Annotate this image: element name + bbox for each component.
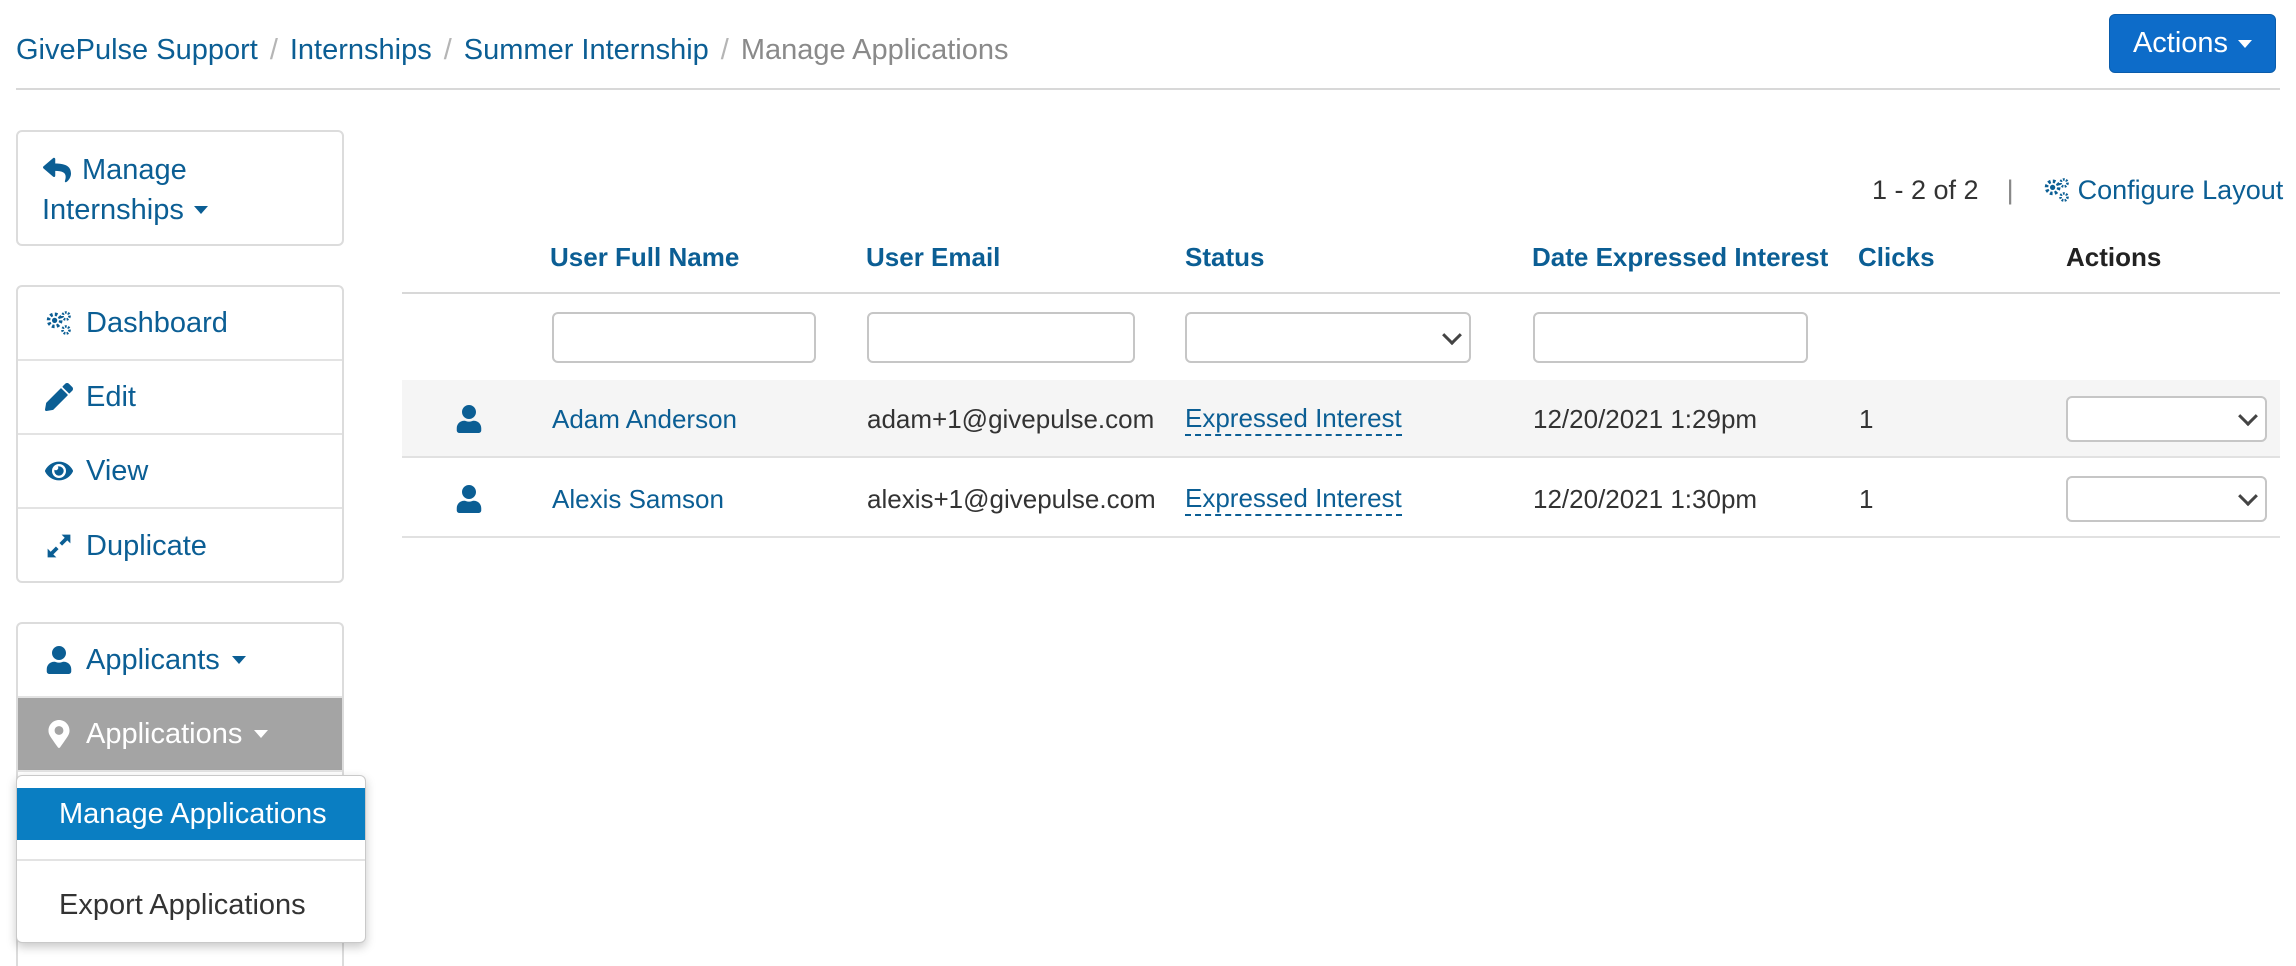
clicks-count: 1 — [1859, 483, 1874, 514]
caret-down-icon — [193, 206, 208, 214]
manage-label: Manage — [82, 154, 187, 186]
breadcrumb: GivePulse Support / Internships / Summer Int… — [16, 30, 1009, 70]
internships-label: Internships — [42, 194, 184, 226]
row-actions-select[interactable] — [2066, 396, 2267, 442]
filter-date-input[interactable] — [1533, 312, 1808, 363]
column-header-actions: Actions — [2066, 242, 2162, 272]
status-link[interactable]: Expressed Interest — [1185, 482, 1402, 516]
column-header-user-email[interactable]: User Email — [866, 242, 1000, 273]
sidebar-item-label: Applicants — [86, 643, 220, 676]
sidebar-item-view[interactable]: View — [18, 435, 342, 509]
actions-button-label: Actions — [2132, 27, 2229, 59]
column-header-clicks[interactable]: Clicks — [1858, 242, 1935, 273]
menu-item-export-applications[interactable]: Export Applications — [17, 879, 365, 931]
date-expressed-interest: 12/20/2021 1:30pm — [1533, 483, 1758, 514]
table-row: Alexis Samson alexis+1@givepulse.com Exp… — [402, 460, 2280, 538]
user-email: alexis+1@givepulse.com — [867, 483, 1156, 514]
sidebar-item-applications[interactable]: Applications — [18, 698, 342, 772]
chevron-down-icon — [2238, 406, 2258, 427]
filter-status-select[interactable] — [1185, 312, 1471, 363]
page-header: GivePulse Support / Internships / Summer Int… — [16, 0, 2280, 90]
breadcrumb-link-givepulse-support[interactable]: GivePulse Support — [16, 34, 258, 66]
breadcrumb-link-internships[interactable]: Internships — [290, 34, 432, 66]
sidebar-item-edit[interactable]: Edit — [18, 361, 342, 435]
sidebar-item-label: View — [86, 454, 149, 487]
sidebar-item-label: Duplicate — [86, 529, 207, 562]
clicks-count: 1 — [1859, 403, 1874, 434]
status-link[interactable]: Expressed Interest — [1185, 402, 1402, 436]
gears-icon — [2042, 175, 2072, 205]
header-divider — [402, 292, 2280, 294]
status-cell: Expressed Interest — [1185, 380, 1402, 458]
table-row: Adam Anderson adam+1@givepulse.com Expre… — [402, 380, 2280, 458]
expand-arrows-icon — [44, 531, 74, 561]
breadcrumb-separator: / — [443, 34, 452, 66]
column-header-date-expressed-interest[interactable]: Date Expressed Interest — [1532, 242, 1828, 273]
row-actions-select[interactable] — [2066, 476, 2267, 522]
configure-layout-link[interactable]: Configure Layout — [2042, 172, 2284, 208]
breadcrumb-link-summer-internship[interactable]: Summer Internship — [464, 34, 709, 66]
menu-divider — [17, 859, 365, 861]
applications-dropdown-menu: Manage Applications Export Applications — [16, 775, 366, 943]
gears-icon — [44, 308, 74, 338]
column-header-user-full-name[interactable]: User Full Name — [550, 242, 739, 273]
sidebar-item-label: Dashboard — [86, 306, 228, 339]
caret-down-icon — [254, 730, 269, 738]
map-marker-icon — [44, 719, 74, 749]
manage-internships-menu[interactable]: Manage Internships — [16, 130, 344, 246]
user-icon — [454, 460, 484, 538]
sidebar-item-dashboard[interactable]: Dashboard — [18, 287, 342, 361]
filter-email-input[interactable] — [867, 312, 1135, 363]
date-expressed-interest: 12/20/2021 1:29pm — [1533, 403, 1758, 434]
sidebar-item-applicants[interactable]: Applicants — [18, 624, 342, 698]
sidebar-item-label: Applications — [86, 717, 243, 750]
status-cell: Expressed Interest — [1185, 460, 1402, 538]
pencil-icon — [44, 382, 74, 412]
configure-layout-label: Configure Layout — [2077, 175, 2284, 205]
user-icon — [44, 645, 74, 675]
chevron-down-icon — [1442, 324, 1462, 345]
pager-separator: | — [2006, 175, 2014, 205]
caret-down-icon — [231, 656, 246, 664]
pagination-info: 1 - 2 of 2 | Configure Layout — [1872, 172, 2283, 208]
sidebar-item-label: Edit — [86, 380, 136, 413]
sidebar-item-duplicate[interactable]: Duplicate — [18, 509, 342, 583]
breadcrumb-current: Manage Applications — [740, 34, 1009, 66]
breadcrumb-separator: / — [269, 34, 278, 66]
filter-name-input[interactable] — [552, 312, 816, 363]
reply-arrow-icon — [42, 155, 72, 185]
chevron-down-icon — [2238, 486, 2258, 507]
column-header-status[interactable]: Status — [1185, 242, 1264, 273]
caret-down-icon — [2238, 39, 2253, 48]
user-icon — [454, 380, 484, 458]
eye-icon — [44, 456, 74, 486]
user-name-link[interactable]: Alexis Samson — [552, 460, 724, 538]
user-name-link[interactable]: Adam Anderson — [552, 380, 737, 458]
menu-item-manage-applications[interactable]: Manage Applications — [17, 788, 365, 840]
internship-nav: Dashboard Edit View Duplicate — [16, 285, 344, 583]
user-email: adam+1@givepulse.com — [867, 403, 1155, 434]
pagination-range: 1 - 2 of 2 — [1872, 175, 1979, 205]
breadcrumb-separator: / — [720, 34, 729, 66]
actions-button[interactable]: Actions — [2109, 14, 2276, 73]
